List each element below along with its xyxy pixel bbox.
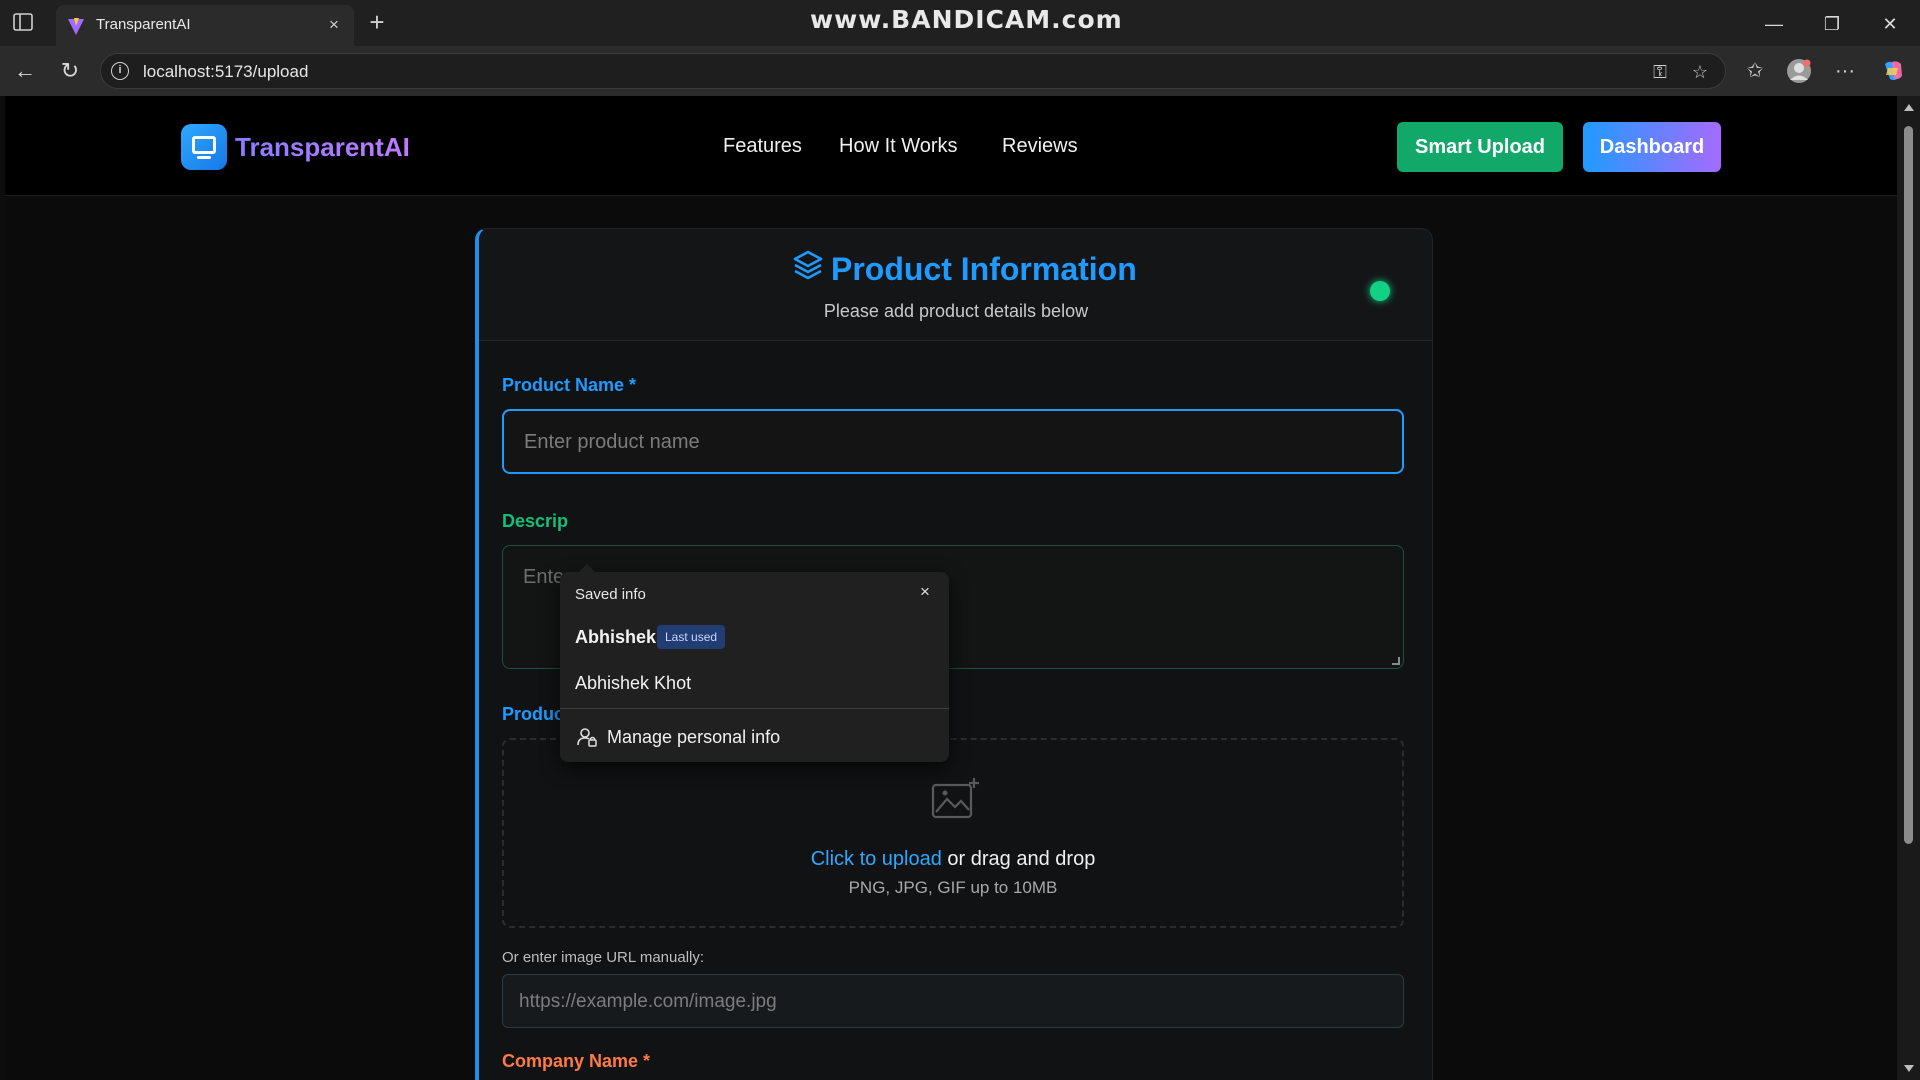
- product-name-input[interactable]: Enter product name: [502, 409, 1404, 474]
- favorites-icon[interactable]: ✩: [1742, 58, 1768, 84]
- address-bar-row: ← ↻ i localhost:5173/upload ⚿ ☆ ✩ ···: [0, 46, 1920, 96]
- copilot-icon[interactable]: [1880, 58, 1906, 84]
- description-placeholder: Ente: [523, 566, 565, 588]
- layers-icon: [792, 249, 824, 281]
- recording-watermark: www.BANDICAM.com: [810, 5, 1123, 34]
- site-navbar: TransparentAI Features How It Works Revi…: [5, 96, 1897, 196]
- brand-name[interactable]: TransparentAI: [235, 132, 410, 163]
- smart-upload-button[interactable]: Smart Upload: [1397, 122, 1563, 172]
- click-to-upload-link[interactable]: Click to upload: [811, 848, 942, 870]
- browser-tab[interactable]: TransparentAI ×: [56, 5, 354, 46]
- back-arrow-icon[interactable]: ←: [12, 58, 38, 84]
- card-title: Product Information: [831, 251, 1137, 287]
- url-field[interactable]: i localhost:5173/upload ⚿ ☆: [100, 53, 1726, 89]
- scroll-up-arrow-icon[interactable]: [1904, 104, 1914, 111]
- nav-link-how-it-works[interactable]: How It Works: [839, 135, 958, 158]
- new-tab-button[interactable]: +: [364, 9, 390, 36]
- autofill-item-abhishek-khot[interactable]: Abhishek Khot: [575, 673, 691, 694]
- dashboard-button[interactable]: Dashboard: [1583, 122, 1721, 172]
- password-key-icon[interactable]: ⚿: [1649, 61, 1671, 83]
- image-url-placeholder: https://example.com/image.jpg: [519, 991, 777, 1012]
- product-name-placeholder: Enter product name: [524, 431, 700, 453]
- close-window-icon[interactable]: ✕: [1878, 12, 1902, 36]
- nav-link-reviews[interactable]: Reviews: [1002, 135, 1078, 158]
- upload-file-hint: PNG, JPG, GIF up to 10MB: [848, 878, 1058, 897]
- nav-link-features[interactable]: Features: [723, 135, 802, 158]
- popup-divider: [560, 708, 949, 709]
- more-menu-icon[interactable]: ···: [1832, 58, 1858, 84]
- vite-favicon-icon: [66, 16, 86, 36]
- browser-tab-bar: TransparentAI × + www.BANDICAM.com — ❐ ✕: [0, 0, 1920, 46]
- image-url-label: Or enter image URL manually:: [502, 949, 705, 966]
- resize-handle-icon[interactable]: [1392, 657, 1400, 665]
- popup-pointer: [578, 564, 596, 573]
- product-name-label: Product Name *: [502, 375, 637, 395]
- card-subtitle: Please add product details below: [823, 301, 1089, 321]
- image-url-input[interactable]: https://example.com/image.jpg: [502, 974, 1404, 1028]
- reload-icon[interactable]: ↻: [57, 58, 83, 84]
- sidebar-toggle-icon[interactable]: [12, 12, 36, 34]
- minimize-icon[interactable]: —: [1762, 12, 1786, 36]
- page-viewport: TransparentAI Features How It Works Revi…: [5, 96, 1897, 1080]
- autofill-item-abhishek[interactable]: Abhishek: [575, 627, 656, 648]
- restore-icon[interactable]: ❐: [1820, 12, 1844, 36]
- tab-close-icon[interactable]: ×: [324, 15, 344, 35]
- favorite-star-icon[interactable]: ☆: [1689, 61, 1711, 83]
- profile-avatar-icon[interactable]: [1786, 58, 1812, 84]
- status-indicator: [1370, 281, 1390, 301]
- popup-title: Saved info: [575, 586, 646, 603]
- page-scrollbar[interactable]: [1897, 96, 1920, 1080]
- image-dropzone[interactable]: Click to upload or drag and drop PNG, JP…: [502, 738, 1404, 928]
- scroll-down-arrow-icon[interactable]: [1904, 1065, 1914, 1072]
- card-header: Product Information Please add product d…: [479, 229, 1432, 341]
- url-text: localhost:5173/upload: [143, 62, 309, 81]
- upload-instructions: Click to upload or drag and drop: [504, 848, 1402, 871]
- manage-person-icon: [577, 727, 597, 747]
- last-used-badge: Last used: [657, 625, 726, 649]
- autofill-popup: Saved info × Abhishek Last used Abhishek…: [560, 564, 949, 762]
- company-name-label: Company Name *: [502, 1051, 651, 1071]
- manage-personal-info-link[interactable]: Manage personal info: [607, 727, 780, 748]
- site-info-icon[interactable]: i: [111, 62, 129, 80]
- brand-logo-icon[interactable]: [181, 124, 227, 170]
- scroll-thumb[interactable]: [1904, 126, 1913, 844]
- popup-close-icon[interactable]: ×: [915, 582, 935, 602]
- add-image-icon: [930, 776, 980, 822]
- description-label: Descrip: [502, 511, 569, 531]
- tab-title: TransparentAI: [96, 16, 191, 33]
- drag-drop-text: or drag and drop: [941, 848, 1096, 870]
